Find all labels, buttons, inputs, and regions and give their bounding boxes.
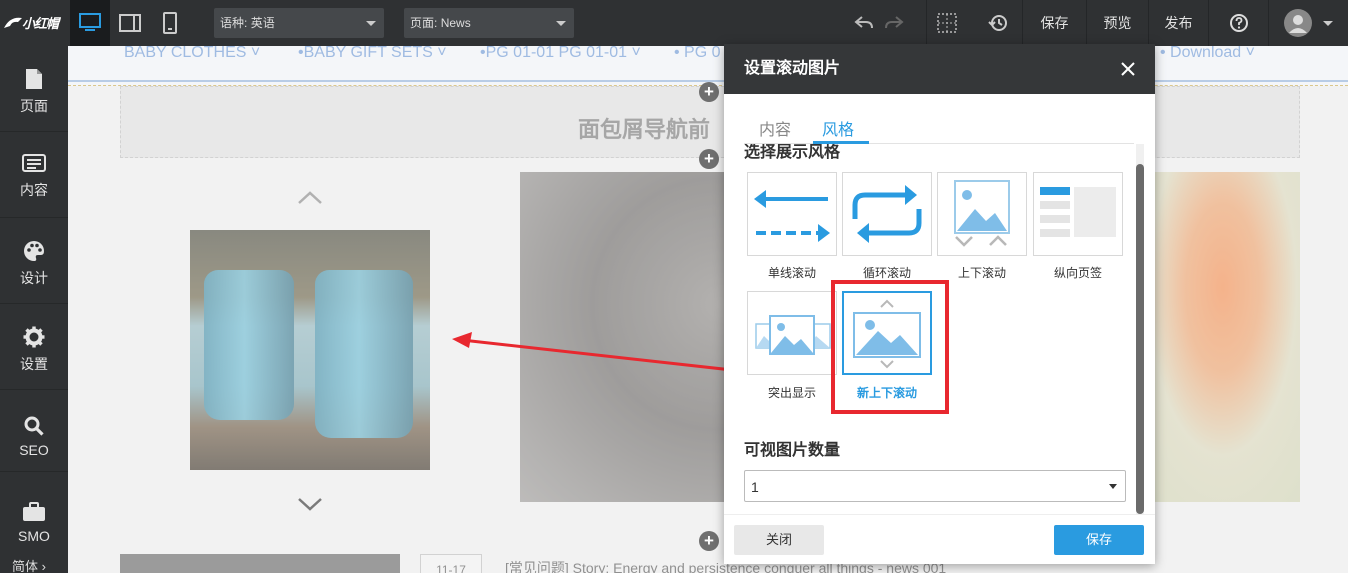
redo-button[interactable]	[882, 0, 906, 46]
top-toolbar: 小红帽 语种: 英语 页面: News 保存 预览 发布	[0, 0, 1348, 46]
loop-scroll-icon	[852, 185, 922, 243]
visible-count-value: 1	[751, 479, 759, 495]
palette-icon	[24, 241, 44, 261]
tab-content[interactable]: 内容	[759, 116, 791, 140]
undo-icon	[854, 16, 873, 29]
style-option-loop-scroll[interactable]	[842, 172, 932, 256]
sidebar-item-label: 设置	[20, 356, 48, 372]
chevron-down-icon	[556, 21, 566, 26]
grid-toggle-button[interactable]	[926, 0, 966, 46]
page-icon	[26, 69, 42, 89]
preview-button[interactable]: 预览	[1086, 0, 1148, 46]
tablet-icon	[119, 14, 141, 32]
sidebar-item-label: SMO	[18, 528, 50, 544]
dialog-title: 设置滚动图片	[744, 60, 841, 77]
style-section-title-clip: 选择展示风格	[724, 144, 1136, 160]
history-icon	[988, 15, 1007, 31]
undo-button[interactable]	[852, 0, 876, 46]
style-option-single-scroll[interactable]	[747, 172, 837, 256]
save-button[interactable]: 保存	[1022, 0, 1086, 46]
sidebar-item-content[interactable]: 内容	[0, 132, 68, 218]
vertical-tabs-icon	[1040, 187, 1116, 237]
app-logo: 小红帽	[0, 0, 68, 46]
scroll-image-settings-dialog: 设置滚动图片 内容 风格 选择展示风格 单线滚动 循环滚动 上下滚动 纵向页签 …	[724, 44, 1155, 564]
style-option-vertical-scroll[interactable]	[937, 172, 1027, 256]
style-label: 单线滚动	[767, 266, 816, 280]
close-button[interactable]: 关闭	[734, 525, 824, 555]
style-label: 纵向页签	[1053, 266, 1102, 280]
sidebar-item-page[interactable]: 页面	[0, 46, 68, 132]
page-select-label: 页面:	[410, 16, 438, 30]
sidebar-item-label: 页面	[20, 98, 48, 114]
tablet-view-button[interactable]	[110, 0, 150, 46]
dialog-scrollbar[interactable]	[1136, 144, 1144, 514]
left-sidebar: 页面 内容 设计 设置 SEO SMO 简体 ›	[0, 46, 68, 573]
sidebar-item-settings[interactable]: 设置	[0, 304, 68, 390]
sidebar-item-design[interactable]: 设计	[0, 218, 68, 304]
visible-count-title: 可视图片数量	[744, 442, 841, 459]
language-select-value: 英语	[250, 16, 275, 30]
history-button[interactable]	[978, 0, 1018, 46]
chevron-down-icon	[1322, 21, 1333, 26]
user-menu[interactable]	[1268, 0, 1348, 46]
search-icon	[24, 416, 44, 436]
grid-icon	[936, 13, 957, 33]
sidebar-item-smo[interactable]: SMO	[0, 472, 68, 550]
dialog-footer: 关闭 保存	[724, 514, 1155, 564]
style-label: 循环滚动	[862, 266, 911, 280]
help-icon	[1229, 14, 1248, 32]
help-button[interactable]	[1208, 0, 1268, 46]
dialog-header: 设置滚动图片	[724, 44, 1155, 94]
sidebar-item-label: 内容	[20, 182, 48, 198]
single-scroll-icon	[754, 190, 830, 242]
visible-count-select[interactable]: 1	[744, 470, 1126, 502]
style-label: 上下滚动	[957, 266, 1006, 280]
vertical-scroll-icon	[954, 180, 1010, 247]
style-option-highlight-display[interactable]	[747, 291, 837, 375]
content-icon	[22, 154, 46, 172]
avatar-icon	[1283, 9, 1312, 37]
save-button[interactable]: 保存	[1054, 525, 1144, 555]
style-label: 突出显示	[767, 386, 816, 400]
scrollbar-thumb[interactable]	[1136, 164, 1144, 514]
sidebar-item-label: SEO	[19, 442, 49, 458]
language-select[interactable]: 语种: 英语	[214, 8, 384, 38]
gear-icon	[23, 326, 45, 348]
language-select-label: 语种:	[220, 16, 248, 30]
redo-icon	[885, 16, 904, 29]
svg-text:小红帽: 小红帽	[22, 16, 62, 32]
tab-style[interactable]: 风格	[822, 116, 854, 140]
publish-button[interactable]: 发布	[1148, 0, 1208, 46]
desktop-icon	[79, 13, 101, 31]
close-icon[interactable]	[1119, 60, 1137, 78]
page-select[interactable]: 页面: News	[404, 8, 574, 38]
language-switch[interactable]: 简体 ›	[12, 556, 46, 573]
mobile-icon	[163, 12, 177, 34]
logo-mark: 小红帽	[4, 16, 63, 32]
chevron-down-icon	[1109, 484, 1117, 489]
chevron-down-icon	[366, 21, 376, 26]
style-option-vertical-tabs[interactable]	[1033, 172, 1123, 256]
modal-overlay	[68, 46, 1348, 573]
desktop-view-button[interactable]	[70, 0, 110, 46]
briefcase-icon	[23, 502, 45, 521]
page-select-value: News	[440, 16, 471, 30]
annotation-highlight-box	[831, 280, 949, 414]
mobile-view-button[interactable]	[150, 0, 190, 46]
sidebar-item-label: 设计	[20, 270, 48, 286]
style-section-title: 选择展示风格	[744, 144, 841, 160]
highlight-display-icon	[755, 315, 831, 355]
sidebar-item-seo[interactable]: SEO	[0, 390, 68, 472]
